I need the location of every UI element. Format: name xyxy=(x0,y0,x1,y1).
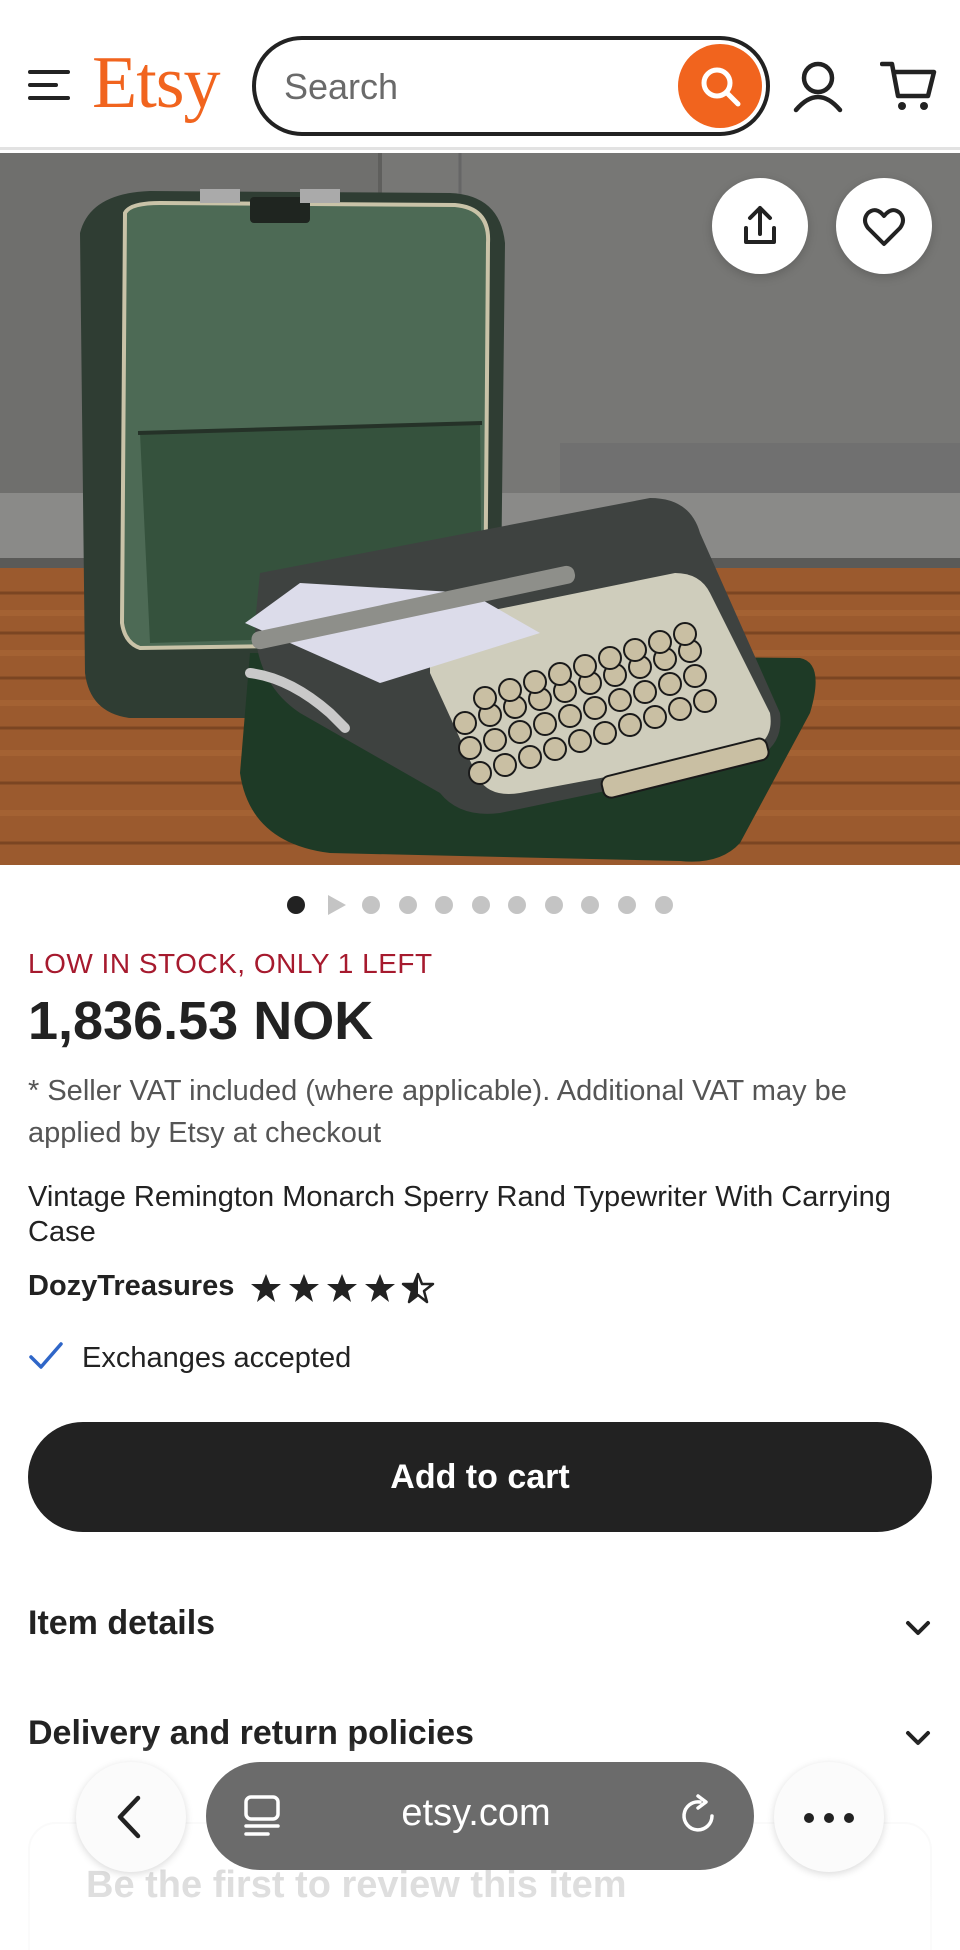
gallery-dot[interactable] xyxy=(472,896,490,914)
search-input[interactable] xyxy=(284,60,664,114)
favorite-button[interactable] xyxy=(836,178,932,274)
product-image[interactable] xyxy=(0,153,960,865)
tabs-icon xyxy=(244,1795,280,1836)
gallery-dot[interactable] xyxy=(618,896,636,914)
item-details-label: Item details xyxy=(28,1604,216,1642)
gallery-dot[interactable] xyxy=(581,896,599,914)
chevron-down-icon xyxy=(906,1731,930,1745)
star-icon xyxy=(251,1274,281,1302)
gallery-dot[interactable] xyxy=(362,896,380,914)
heart-icon xyxy=(863,208,905,246)
user-icon[interactable] xyxy=(792,58,844,114)
share-icon xyxy=(744,206,776,244)
more-options-icon[interactable] xyxy=(774,1762,884,1872)
reload-icon[interactable] xyxy=(678,1794,720,1838)
item-details-accordion[interactable]: Item details xyxy=(28,1598,932,1658)
menu-icon[interactable] xyxy=(28,68,72,102)
gallery-dot[interactable] xyxy=(545,896,563,914)
gallery-dot[interactable] xyxy=(399,896,417,914)
exchanges-label: Exchanges accepted xyxy=(82,1342,352,1374)
star-icon xyxy=(289,1274,319,1302)
image-gallery-indicator xyxy=(0,892,960,918)
gallery-dot[interactable] xyxy=(508,896,526,914)
site-header: Etsy xyxy=(0,0,960,150)
video-play-icon[interactable] xyxy=(328,895,346,915)
gallery-dot[interactable] xyxy=(655,896,673,914)
gallery-dot[interactable] xyxy=(435,896,453,914)
chevron-left-icon xyxy=(117,1795,141,1839)
cart-icon[interactable] xyxy=(879,58,938,114)
chevron-down-icon xyxy=(906,1621,930,1635)
gallery-dot[interactable] xyxy=(287,896,305,914)
stock-notice: LOW IN STOCK, ONLY 1 LEFT xyxy=(28,948,433,979)
delivery-policies-accordion[interactable]: Delivery and return policies xyxy=(28,1708,932,1768)
search-icon xyxy=(701,67,741,107)
checkmark-icon xyxy=(29,1342,63,1369)
add-to-cart-button[interactable]: Add to cart xyxy=(28,1422,932,1532)
delivery-policies-label: Delivery and return policies xyxy=(28,1714,474,1752)
search-button[interactable] xyxy=(678,44,762,128)
product-price: 1,836.53 NOK xyxy=(28,991,374,1051)
share-button[interactable] xyxy=(712,178,808,274)
search-bar[interactable] xyxy=(252,36,770,136)
star-icon xyxy=(327,1274,357,1302)
product-title: Vintage Remington Monarch Sperry Rand Ty… xyxy=(28,1181,891,1248)
browser-url[interactable]: etsy.com xyxy=(326,1792,626,1835)
browser-address-bar[interactable]: etsy.com xyxy=(206,1762,754,1870)
rating-stars[interactable] xyxy=(250,1268,440,1308)
browser-back-button[interactable] xyxy=(76,1762,186,1872)
vat-note: * Seller VAT included (where applicable)… xyxy=(28,1075,847,1149)
shop-name-link[interactable]: DozyTreasures xyxy=(28,1270,234,1303)
star-icon xyxy=(365,1274,395,1302)
etsy-logo[interactable]: Etsy xyxy=(92,46,221,120)
review-prompt: Be the first to review this item xyxy=(86,1864,627,1906)
